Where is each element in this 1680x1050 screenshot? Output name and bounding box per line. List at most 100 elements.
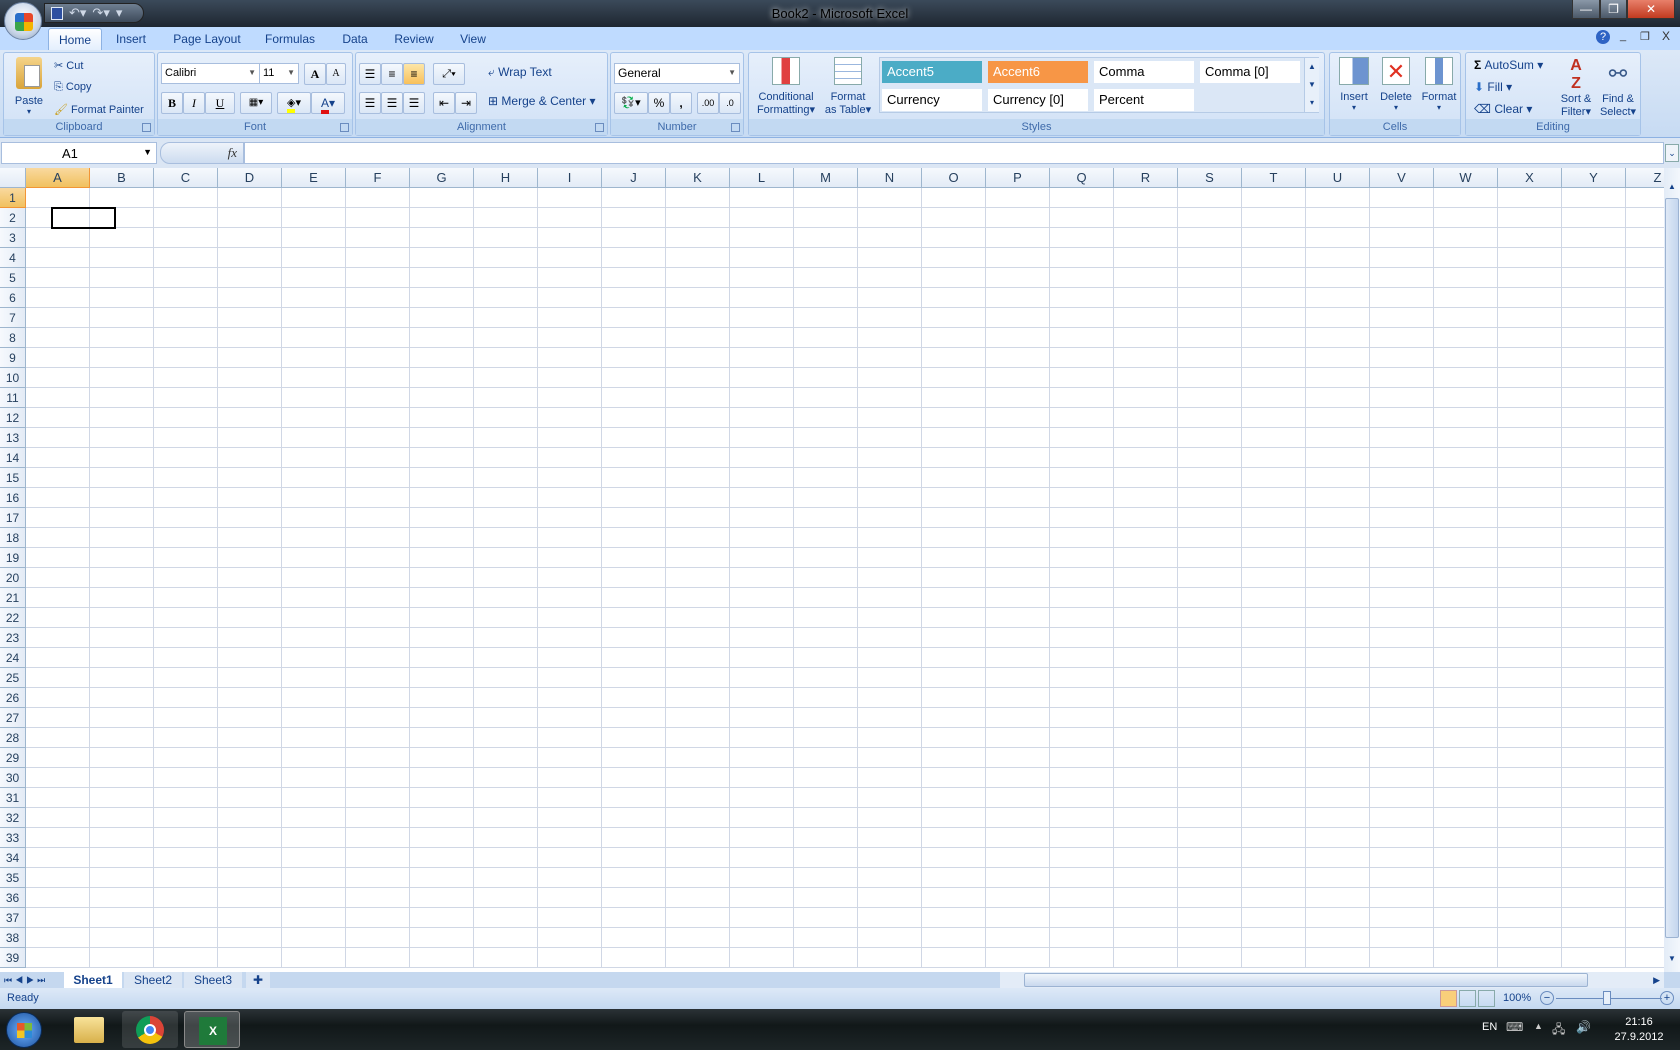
horizontal-scroll-thumb[interactable] xyxy=(1024,973,1588,987)
column-header-j[interactable]: J xyxy=(602,168,666,188)
column-header-u[interactable]: U xyxy=(1306,168,1370,188)
copy-button[interactable]: ⎘ Copy xyxy=(54,81,92,94)
column-header-h[interactable]: H xyxy=(474,168,538,188)
tab-review[interactable]: Review xyxy=(388,28,440,50)
start-button[interactable] xyxy=(6,1012,42,1048)
vertical-scrollbar[interactable]: ▲ ▼ xyxy=(1664,168,1680,972)
align-left-button[interactable]: ☰ xyxy=(359,92,381,114)
row-header-10[interactable]: 10 xyxy=(0,368,26,388)
row-header-16[interactable]: 16 xyxy=(0,488,26,508)
style-accent6[interactable]: Accent6 xyxy=(988,61,1088,83)
column-header-a[interactable]: A xyxy=(26,168,90,188)
column-header-s[interactable]: S xyxy=(1178,168,1242,188)
select-all-button[interactable] xyxy=(0,168,26,188)
chrome-taskbar-button[interactable] xyxy=(122,1011,178,1048)
zoom-slider-thumb[interactable] xyxy=(1603,991,1611,1005)
column-header-p[interactable]: P xyxy=(986,168,1050,188)
tab-view[interactable]: View xyxy=(452,28,494,50)
format-as-table-button[interactable]: Format as Table▾ xyxy=(821,57,875,117)
zoom-out-button[interactable]: − xyxy=(1540,991,1554,1005)
active-cell-a1[interactable] xyxy=(51,207,116,229)
accounting-format-button[interactable]: 💱▾ xyxy=(614,92,648,114)
insert-cells-button[interactable]: Insert ▾ xyxy=(1334,57,1374,112)
underline-button[interactable]: U xyxy=(205,92,235,114)
wrap-text-button[interactable]: ⤶ Wrap Text xyxy=(488,65,552,80)
normal-view-button[interactable] xyxy=(1440,990,1457,1007)
tab-page-layout[interactable]: Page Layout xyxy=(168,28,246,50)
bottom-align-button[interactable]: ≡ xyxy=(403,63,425,85)
row-header-37[interactable]: 37 xyxy=(0,908,26,928)
scroll-right-button[interactable]: ▶ xyxy=(1653,972,1660,988)
office-button[interactable] xyxy=(4,2,42,40)
sheet-nav-buttons[interactable]: ⏮◀▶⏭ xyxy=(4,972,48,988)
font-dialog-launcher[interactable] xyxy=(340,123,349,132)
find-select-button[interactable]: ⚯ Find & Select▾ xyxy=(1596,57,1640,119)
row-header-24[interactable]: 24 xyxy=(0,648,26,668)
clock[interactable]: 21:16 27.9.2012 xyxy=(1604,1015,1674,1045)
sheet-tab-sheet2[interactable]: Sheet2 xyxy=(124,972,182,988)
row-header-31[interactable]: 31 xyxy=(0,788,26,808)
column-header-c[interactable]: C xyxy=(154,168,218,188)
row-header-38[interactable]: 38 xyxy=(0,928,26,948)
row-header-29[interactable]: 29 xyxy=(0,748,26,768)
excel-taskbar-button[interactable]: X xyxy=(184,1011,240,1048)
row-header-26[interactable]: 26 xyxy=(0,688,26,708)
close-button[interactable]: ✕ xyxy=(1627,0,1675,19)
row-header-20[interactable]: 20 xyxy=(0,568,26,588)
column-header-l[interactable]: L xyxy=(730,168,794,188)
row-header-30[interactable]: 30 xyxy=(0,768,26,788)
decrease-indent-button[interactable]: ⇤ xyxy=(433,92,455,114)
number-format-select[interactable]: General ▼ xyxy=(614,63,740,84)
column-header-e[interactable]: E xyxy=(282,168,346,188)
workbook-restore-button[interactable]: ❐ xyxy=(1640,30,1650,43)
tab-formulas[interactable]: Formulas xyxy=(258,28,322,50)
column-header-w[interactable]: W xyxy=(1434,168,1498,188)
row-header-7[interactable]: 7 xyxy=(0,308,26,328)
column-header-i[interactable]: I xyxy=(538,168,602,188)
row-header-35[interactable]: 35 xyxy=(0,868,26,888)
redo-icon[interactable]: ↷▾ xyxy=(92,5,109,21)
row-header-19[interactable]: 19 xyxy=(0,548,26,568)
merge-center-button[interactable]: ⊞ Merge & Center ▾ xyxy=(488,94,595,108)
scroll-down-button[interactable]: ▼ xyxy=(1665,954,1679,970)
paste-button[interactable]: Paste ▾ xyxy=(9,57,49,116)
row-header-21[interactable]: 21 xyxy=(0,588,26,608)
row-header-27[interactable]: 27 xyxy=(0,708,26,728)
column-header-z[interactable]: Z xyxy=(1626,168,1664,188)
workbook-minimize-button[interactable]: _ xyxy=(1620,30,1626,42)
italic-button[interactable]: I xyxy=(183,92,205,114)
row-header-36[interactable]: 36 xyxy=(0,888,26,908)
row-header-28[interactable]: 28 xyxy=(0,728,26,748)
alignment-dialog-launcher[interactable] xyxy=(595,123,604,132)
row-header-17[interactable]: 17 xyxy=(0,508,26,528)
sheet-tab-sheet1[interactable]: Sheet1 xyxy=(64,972,122,988)
decrease-decimal-button[interactable]: .0 xyxy=(719,92,741,114)
tab-data[interactable]: Data xyxy=(334,28,376,50)
sort-filter-button[interactable]: A Z Sort & Filter▾ xyxy=(1556,57,1596,119)
customize-qat-icon[interactable]: ▾ xyxy=(116,5,123,21)
column-header-f[interactable]: F xyxy=(346,168,410,188)
orientation-button[interactable]: ⤢▾ xyxy=(433,63,465,85)
row-header-25[interactable]: 25 xyxy=(0,668,26,688)
style-currency-0[interactable]: Currency [0] xyxy=(988,89,1088,111)
column-header-m[interactable]: M xyxy=(794,168,858,188)
column-header-q[interactable]: Q xyxy=(1050,168,1114,188)
align-right-button[interactable]: ☰ xyxy=(403,92,425,114)
language-indicator[interactable]: EN xyxy=(1482,1021,1497,1033)
row-header-5[interactable]: 5 xyxy=(0,268,26,288)
column-header-b[interactable]: B xyxy=(90,168,154,188)
format-painter-button[interactable]: 🖌 Format Painter xyxy=(54,103,144,116)
autosum-button[interactable]: Σ AutoSum ▾ xyxy=(1474,58,1543,72)
keyboard-icon[interactable]: ⌨ xyxy=(1506,1020,1523,1034)
column-header-k[interactable]: K xyxy=(666,168,730,188)
top-align-button[interactable]: ☰ xyxy=(359,63,381,85)
row-header-11[interactable]: 11 xyxy=(0,388,26,408)
tab-home[interactable]: Home xyxy=(48,28,102,50)
column-header-o[interactable]: O xyxy=(922,168,986,188)
expand-formula-bar-button[interactable]: ⌄ xyxy=(1665,144,1679,162)
style-accent5[interactable]: Accent5 xyxy=(882,61,982,83)
name-box[interactable]: A1 ▼ xyxy=(1,142,157,164)
fill-button[interactable]: ⬇ Fill ▾ xyxy=(1474,80,1512,94)
fill-color-button[interactable]: ◈▾ xyxy=(277,92,311,114)
style-currency[interactable]: Currency xyxy=(882,89,982,111)
